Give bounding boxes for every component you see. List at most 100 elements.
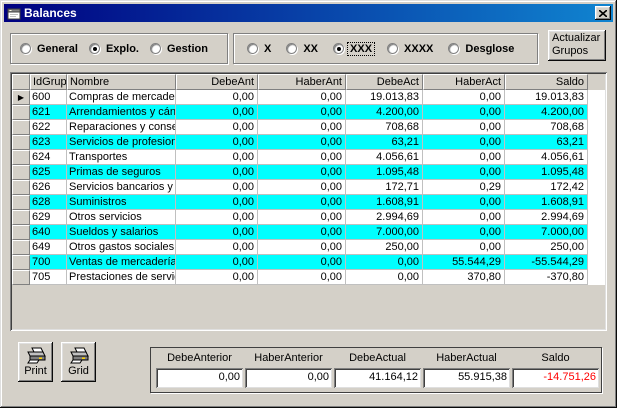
cell-nombre[interactable]: Arrendamientos y cánones	[67, 105, 176, 120]
cell-debeant[interactable]: 0,00	[176, 225, 258, 240]
cell-nombre[interactable]: Ventas de mercaderías	[67, 255, 176, 270]
cell-debeact[interactable]: 172,71	[346, 180, 423, 195]
cell-haberant[interactable]: 0,00	[258, 240, 346, 255]
cell-nombre[interactable]: Sueldos y salarios	[67, 225, 176, 240]
header-haberant[interactable]: HaberAnt	[258, 74, 346, 90]
cell-debeant[interactable]: 0,00	[176, 270, 258, 285]
cell-debeant[interactable]: 0,00	[176, 240, 258, 255]
cell-haberact[interactable]: 0,00	[423, 165, 505, 180]
table-row[interactable]: 628Suministros0,000,001.608,910,001.608,…	[12, 195, 605, 210]
table-row[interactable]: 621Arrendamientos y cánones0,000,004.200…	[12, 105, 605, 120]
cell-haberact[interactable]: 0,00	[423, 210, 505, 225]
cell-debeant[interactable]: 0,00	[176, 165, 258, 180]
cell-saldo[interactable]: 4.200,00	[505, 105, 588, 120]
cell-idgrup[interactable]: 624	[30, 150, 67, 165]
cell-debeant[interactable]: 0,00	[176, 90, 258, 105]
table-row[interactable]: 649Otros gastos sociales0,000,00250,000,…	[12, 240, 605, 255]
cell-debeant[interactable]: 0,00	[176, 255, 258, 270]
table-row[interactable]: 622Reparaciones y conservación0,000,0070…	[12, 120, 605, 135]
cell-haberant[interactable]: 0,00	[258, 270, 346, 285]
cell-nombre[interactable]: Transportes	[67, 150, 176, 165]
cell-haberant[interactable]: 0,00	[258, 255, 346, 270]
cell-nombre[interactable]: Otros gastos sociales	[67, 240, 176, 255]
cell-idgrup[interactable]: 629	[30, 210, 67, 225]
header-saldo[interactable]: Saldo	[505, 74, 588, 90]
cell-idgrup[interactable]: 621	[30, 105, 67, 120]
cell-debeact[interactable]: 2.994,69	[346, 210, 423, 225]
table-row[interactable]: 640Sueldos y salarios0,000,007.000,000,0…	[12, 225, 605, 240]
cell-idgrup[interactable]: 626	[30, 180, 67, 195]
cell-haberact[interactable]: 370,80	[423, 270, 505, 285]
cell-nombre[interactable]: Primas de seguros	[67, 165, 176, 180]
row-selector[interactable]	[12, 210, 30, 225]
radio-xx[interactable]: XX	[286, 43, 320, 55]
row-selector[interactable]	[12, 135, 30, 150]
radio-explo[interactable]: Explo.	[89, 43, 141, 55]
cell-saldo[interactable]: 4.056,61	[505, 150, 588, 165]
cell-idgrup[interactable]: 640	[30, 225, 67, 240]
radio-desglose[interactable]: Desglose	[448, 43, 516, 55]
row-selector[interactable]	[12, 120, 30, 135]
cell-debeant[interactable]: 0,00	[176, 195, 258, 210]
cell-haberact[interactable]: 0,00	[423, 105, 505, 120]
cell-haberant[interactable]: 0,00	[258, 180, 346, 195]
radio-general[interactable]: General	[20, 43, 80, 55]
cell-saldo[interactable]: -55.544,29	[505, 255, 588, 270]
cell-haberant[interactable]: 0,00	[258, 120, 346, 135]
cell-nombre[interactable]: Otros servicios	[67, 210, 176, 225]
print-button[interactable]: Print	[18, 342, 53, 382]
cell-haberact[interactable]: 0,00	[423, 150, 505, 165]
row-selector[interactable]	[12, 255, 30, 270]
cell-nombre[interactable]: Servicios de profesionales	[67, 135, 176, 150]
table-row[interactable]: ▶600Compras de mercaderías0,000,0019.013…	[12, 90, 605, 105]
table-row[interactable]: 700Ventas de mercaderías0,000,000,0055.5…	[12, 255, 605, 270]
cell-idgrup[interactable]: 705	[30, 270, 67, 285]
cell-saldo[interactable]: 63,21	[505, 135, 588, 150]
cell-nombre[interactable]: Suministros	[67, 195, 176, 210]
cell-debeact[interactable]: 63,21	[346, 135, 423, 150]
row-selector[interactable]	[12, 270, 30, 285]
row-selector[interactable]	[12, 225, 30, 240]
cell-debeant[interactable]: 0,00	[176, 105, 258, 120]
table-row[interactable]: 624Transportes0,000,004.056,610,004.056,…	[12, 150, 605, 165]
cell-debeant[interactable]: 0,00	[176, 135, 258, 150]
radio-x[interactable]: X	[247, 43, 273, 55]
cell-debeact[interactable]: 1.608,91	[346, 195, 423, 210]
cell-debeact[interactable]: 4.056,61	[346, 150, 423, 165]
cell-haberant[interactable]: 0,00	[258, 165, 346, 180]
grid-button[interactable]: Grid	[61, 342, 96, 382]
cell-haberant[interactable]: 0,00	[258, 150, 346, 165]
table-row[interactable]: 705Prestaciones de servicios0,000,000,00…	[12, 270, 605, 285]
cell-haberant[interactable]: 0,00	[258, 135, 346, 150]
row-selector[interactable]: ▶	[12, 90, 30, 105]
cell-idgrup[interactable]: 625	[30, 165, 67, 180]
cell-haberact[interactable]: 0,00	[423, 240, 505, 255]
table-row[interactable]: 629Otros servicios0,000,002.994,690,002.…	[12, 210, 605, 225]
cell-idgrup[interactable]: 700	[30, 255, 67, 270]
cell-saldo[interactable]: 7.000,00	[505, 225, 588, 240]
cell-idgrup[interactable]: 623	[30, 135, 67, 150]
cell-debeact[interactable]: 0,00	[346, 255, 423, 270]
header-idgrup[interactable]: IdGrup	[30, 74, 67, 90]
cell-nombre[interactable]: Prestaciones de servicios	[67, 270, 176, 285]
table-row[interactable]: 626Servicios bancarios y simil.0,000,001…	[12, 180, 605, 195]
cell-debeact[interactable]: 708,68	[346, 120, 423, 135]
cell-debeact[interactable]: 4.200,00	[346, 105, 423, 120]
row-selector[interactable]	[12, 195, 30, 210]
radio-xxx[interactable]: XXX	[333, 43, 374, 55]
cell-debeant[interactable]: 0,00	[176, 150, 258, 165]
cell-debeact[interactable]: 250,00	[346, 240, 423, 255]
cell-debeact[interactable]: 0,00	[346, 270, 423, 285]
radio-xxxx[interactable]: XXXX	[387, 43, 435, 55]
totals-field[interactable]: 41.164,12	[334, 368, 421, 388]
cell-idgrup[interactable]: 622	[30, 120, 67, 135]
cell-haberact[interactable]: 0,00	[423, 135, 505, 150]
cell-debeact[interactable]: 19.013,83	[346, 90, 423, 105]
row-selector[interactable]	[12, 165, 30, 180]
header-debeact[interactable]: DebeAct	[346, 74, 423, 90]
header-haberact[interactable]: HaberAct	[423, 74, 505, 90]
table-row[interactable]: 623Servicios de profesionales0,000,0063,…	[12, 135, 605, 150]
cell-saldo[interactable]: 708,68	[505, 120, 588, 135]
cell-debeant[interactable]: 0,00	[176, 210, 258, 225]
cell-saldo[interactable]: -370,80	[505, 270, 588, 285]
